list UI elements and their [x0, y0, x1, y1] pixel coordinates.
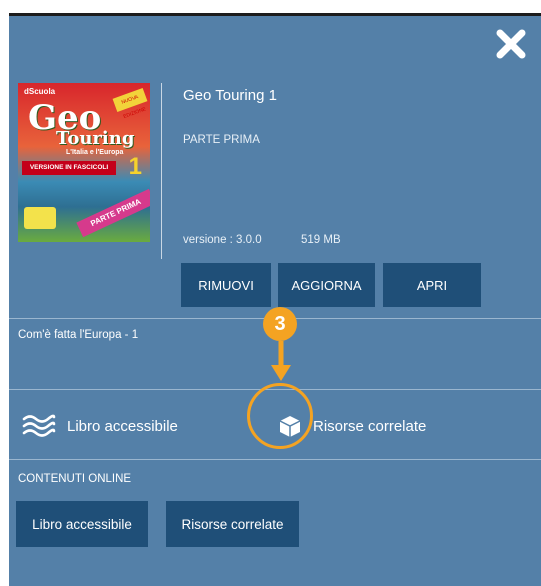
arrow-down-icon [271, 341, 291, 381]
version-label: versione : 3.0.0 [183, 234, 262, 246]
book-title: Geo Touring 1 [183, 87, 277, 104]
open-button[interactable]: APRI [383, 263, 481, 307]
accessible-book-link[interactable]: Libro accessibile [21, 408, 178, 444]
cover-brand: dScuola [24, 87, 56, 96]
book-cover: dScuola NUOVA EDIZIONE Geo Touring L'Ita… [18, 83, 150, 242]
close-icon[interactable] [495, 28, 527, 60]
accessible-book-label: Libro accessibile [67, 417, 178, 435]
cover-sticker [24, 207, 56, 229]
online-related-resources-button[interactable]: Risorse correlate [166, 501, 299, 547]
highlight-circle [247, 383, 313, 449]
cover-tagline: L'Italia e l'Europa [66, 149, 124, 156]
step-number-badge: 3 [263, 307, 297, 341]
cover-number: 1 [128, 153, 142, 180]
related-resources-label: Risorse correlate [313, 417, 427, 435]
remove-button[interactable]: RIMUOVI [181, 263, 271, 307]
cover-fasc-label: VERSIONE IN FASCICOLI [22, 161, 116, 175]
cover-parte-label: PARTE PRIMA [76, 188, 150, 238]
divider [9, 459, 541, 460]
cover-divider [161, 83, 162, 259]
section-title: Com'è fatta l'Europa - 1 [18, 329, 139, 341]
waves-icon [22, 414, 56, 437]
online-content-heading: CONTENUTI ONLINE [18, 473, 132, 485]
cover-title-touring: Touring [56, 128, 135, 149]
size-label: 519 MB [301, 234, 341, 246]
cover-badge: NUOVA EDIZIONE [112, 87, 148, 120]
book-detail-panel: dScuola NUOVA EDIZIONE Geo Touring L'Ita… [9, 13, 541, 586]
update-button[interactable]: AGGIORNA [278, 263, 375, 307]
book-subtitle: PARTE PRIMA [183, 134, 260, 146]
online-accessible-book-button[interactable]: Libro accessibile [16, 501, 148, 547]
